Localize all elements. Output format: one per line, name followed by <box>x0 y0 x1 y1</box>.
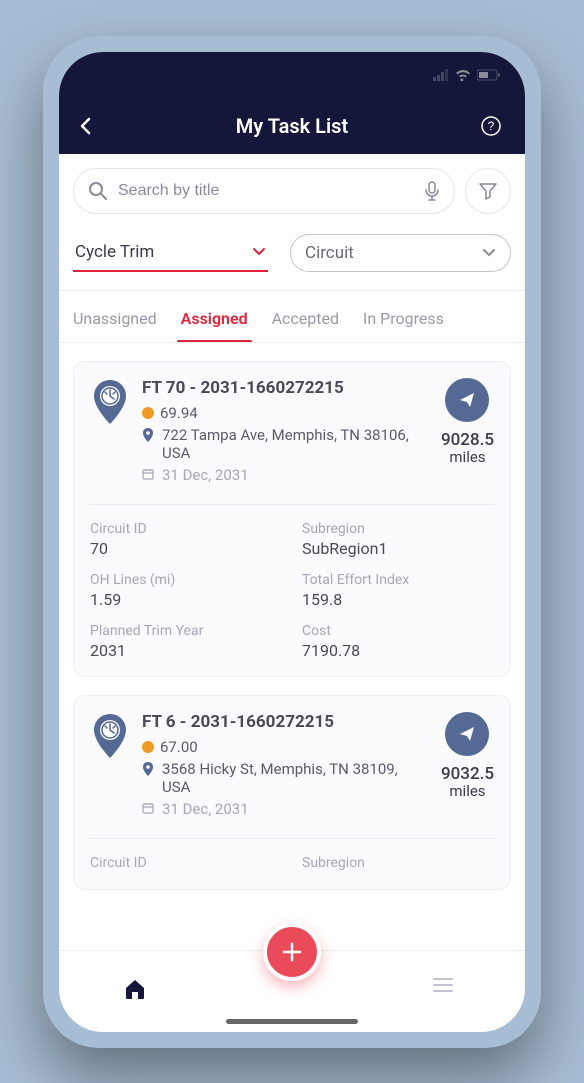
detail-label: Circuit ID <box>90 855 282 871</box>
detail-item: Total Effort Index 159.8 <box>302 572 494 609</box>
back-button[interactable] <box>79 117 103 135</box>
menu-button[interactable] <box>432 976 462 1006</box>
category-value: Cycle Trim <box>75 242 154 262</box>
wifi-icon <box>455 69 471 81</box>
location-pin-icon <box>90 712 130 760</box>
address-icon <box>142 428 156 442</box>
add-button[interactable] <box>263 923 321 981</box>
tab-unassigned[interactable]: Unassigned <box>73 309 157 342</box>
cellular-icon <box>433 69 449 81</box>
navigate-button[interactable] <box>445 378 489 422</box>
tab-in-progress[interactable]: In Progress <box>363 309 444 342</box>
calendar-icon <box>142 802 156 814</box>
status-dot-icon <box>142 407 154 419</box>
detail-label: Subregion <box>302 521 494 537</box>
location-pin-icon <box>90 378 130 426</box>
detail-item: Subregion SubRegion1 <box>302 521 494 558</box>
home-button[interactable] <box>122 976 152 1006</box>
detail-label: Planned Trim Year <box>90 623 282 639</box>
distance-value: 9028.5 <box>441 430 494 450</box>
detail-item: Circuit ID <box>90 855 282 873</box>
detail-value: 2031 <box>90 641 282 660</box>
detail-value: 70 <box>90 539 282 558</box>
search-container <box>73 168 455 214</box>
task-title: FT 70 - 2031-1660272215 <box>142 378 429 398</box>
detail-value: 1.59 <box>90 590 282 609</box>
task-card[interactable]: FT 6 - 2031-1660272215 67.00 3568 Hicky St… <box>73 695 511 890</box>
detail-item: OH Lines (mi) 1.59 <box>90 572 282 609</box>
task-details-grid: Circuit ID 70 Subregion SubRegion1 OH Lines … <box>90 505 494 660</box>
detail-label: OH Lines (mi) <box>90 572 282 588</box>
chevron-down-icon <box>482 248 496 258</box>
distance-unit: miles <box>441 782 494 800</box>
status-tabs: Unassigned Assigned Accepted In Progress <box>59 291 525 343</box>
detail-label: Subregion <box>302 855 494 871</box>
search-input[interactable] <box>118 182 414 200</box>
status-dot-icon <box>142 741 154 753</box>
task-score: 69.94 <box>160 404 198 422</box>
detail-item: Circuit ID 70 <box>90 521 282 558</box>
task-card[interactable]: FT 70 - 2031-1660272215 69.94 722 Tampa Av… <box>73 361 511 677</box>
calendar-icon <box>142 468 156 480</box>
detail-label: Total Effort Index <box>302 572 494 588</box>
status-bar <box>59 52 525 98</box>
detail-label: Cost <box>302 623 494 639</box>
tab-accepted[interactable]: Accepted <box>272 309 339 342</box>
detail-item: Cost 7190.78 <box>302 623 494 660</box>
svg-text:?: ? <box>488 119 495 133</box>
filter-button[interactable] <box>465 168 511 214</box>
content-area: Cycle Trim Circuit Unassigned Assigned Acc… <box>59 154 525 950</box>
address-icon <box>142 762 156 776</box>
help-button[interactable]: ? <box>481 116 505 136</box>
page-title: My Task List <box>103 114 481 138</box>
task-date: 31 Dec, 2031 <box>162 800 249 818</box>
detail-value: SubRegion1 <box>302 539 494 558</box>
task-address: 3568 Hicky St, Memphis, TN 38109, USA <box>162 760 429 796</box>
search-icon <box>88 181 108 201</box>
detail-label: Circuit ID <box>90 521 282 537</box>
category-select[interactable]: Cycle Trim <box>73 234 268 272</box>
task-address: 722 Tampa Ave, Memphis, TN 38106, USA <box>162 426 429 462</box>
bottom-nav <box>59 950 525 1032</box>
detail-item: Subregion <box>302 855 494 873</box>
task-date: 31 Dec, 2031 <box>162 466 249 484</box>
task-score: 67.00 <box>160 738 198 756</box>
mic-icon[interactable] <box>424 181 440 201</box>
distance-value: 9032.5 <box>441 764 494 784</box>
task-title: FT 6 - 2031-1660272215 <box>142 712 429 732</box>
navigate-button[interactable] <box>445 712 489 756</box>
home-indicator <box>226 1019 358 1024</box>
detail-value: 7190.78 <box>302 641 494 660</box>
groupby-value: Circuit <box>305 243 354 263</box>
distance-unit: miles <box>441 448 494 466</box>
tab-assigned[interactable]: Assigned <box>181 309 248 342</box>
groupby-select[interactable]: Circuit <box>290 234 511 272</box>
app-header: My Task List ? <box>59 98 525 154</box>
detail-value: 159.8 <box>302 590 494 609</box>
battery-icon <box>477 69 501 81</box>
task-details-grid: Circuit ID Subregion <box>90 839 494 873</box>
detail-item: Planned Trim Year 2031 <box>90 623 282 660</box>
chevron-down-icon <box>252 247 266 257</box>
